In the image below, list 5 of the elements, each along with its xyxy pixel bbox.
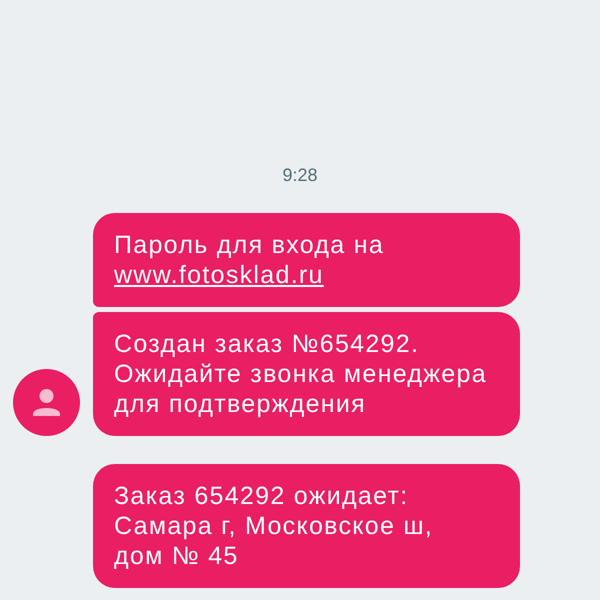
message-time: 9:28 (282, 164, 318, 187)
message-text: Заказ 654292 ожидает: Самара г, Московское ш, дом № 45 (114, 481, 434, 571)
message-link[interactable]: www.fotosklad.ru (114, 261, 324, 289)
message-text: Пароль для входа на www.fotosklad.ru (114, 230, 386, 290)
message-text: Создан заказ №654292. Ожидайте звонка менеджера для подтверждения (114, 329, 488, 419)
